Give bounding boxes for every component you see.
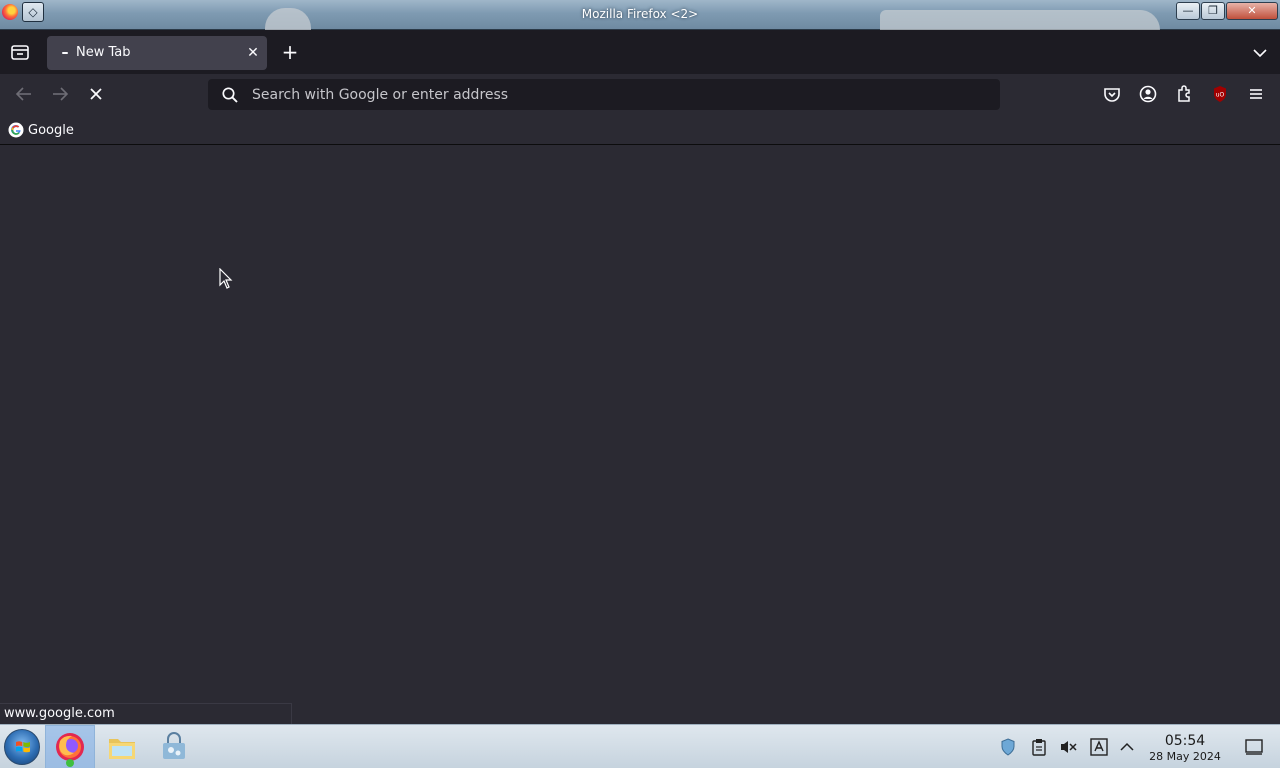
tray-security[interactable] [998,737,1018,757]
tray-expand[interactable] [1117,737,1137,757]
menu-icon [1250,89,1262,99]
stop-icon [90,88,102,100]
taskbar-file-manager[interactable] [106,731,138,763]
tray-input-method[interactable] [1089,737,1109,757]
minimize-button[interactable]: — [1176,2,1200,20]
extensions-icon [1178,85,1190,102]
status-url: www.google.com [4,706,115,721]
new-instance-icon [66,759,74,767]
list-all-tabs-button[interactable] [1250,43,1270,63]
account-button[interactable] [1136,82,1160,106]
close-tab-button[interactable]: ✕ [243,43,263,63]
taskbar-firefox[interactable] [45,725,95,768]
new-tab-button[interactable]: + [279,41,301,63]
svg-text:uO: uO [1216,92,1225,99]
tray-volume[interactable] [1058,737,1078,757]
tab-label: New Tab [76,45,131,60]
notifications-button[interactable] [1244,737,1264,757]
tab-strip: New Tab ✕ + [0,30,1280,74]
google-g-icon [8,122,24,138]
clipboard-icon [1032,739,1046,756]
app-menu-button[interactable] [1244,82,1268,106]
back-button[interactable] [12,82,36,106]
extensions-button[interactable] [1172,82,1196,106]
keyboard-layout-icon [1090,738,1108,756]
notifications-icon [1245,739,1263,755]
bookmarks-toolbar: Google [0,114,1280,145]
navigation-toolbar: uO [0,74,1280,114]
bookmark-label: Google [28,122,74,138]
search-icon [222,87,238,103]
forward-button[interactable] [48,82,72,106]
close-window-button[interactable]: ✕ [1226,2,1278,20]
file-manager-icon [109,739,135,759]
window-title: Mozilla Firefox <2> [581,7,699,21]
tab-new-tab[interactable]: New Tab ✕ [47,36,267,70]
ublock-origin-icon: uO [1214,86,1226,102]
start-menu-button[interactable] [4,729,40,765]
firefox-view-button[interactable] [8,40,32,64]
forward-icon [53,87,69,101]
tray-clipboard[interactable] [1029,737,1049,757]
loading-icon [62,52,68,54]
page-content[interactable] [0,145,1280,724]
clock-time[interactable]: 05:54 [1146,733,1224,749]
account-icon [1139,85,1157,103]
taskbar: 05:54 28 May 2024 [0,724,1280,768]
taskbar-software-center[interactable] [158,731,190,763]
chevron-up-icon [1120,742,1134,751]
window-titlebar[interactable]: ◇ Mozilla Firefox <2> — ❐ ✕ [0,0,1280,30]
ublock-origin-button[interactable]: uO [1208,82,1232,106]
start-menu-icon [16,741,30,753]
bookmark-google[interactable]: Google [8,119,74,141]
software-center-icon [163,732,185,759]
back-icon [15,87,31,101]
pocket-icon [1104,88,1120,102]
url-input[interactable] [252,79,982,110]
shield-icon [1001,738,1015,756]
mouse-cursor-icon [219,268,233,289]
volume-muted-icon [1061,741,1077,753]
status-panel: www.google.com [0,703,292,724]
address-bar[interactable] [208,79,1000,110]
clock-date[interactable]: 28 May 2024 [1146,750,1224,763]
chevron-down-icon [1253,49,1267,58]
firefox-view-icon [11,45,29,60]
maximize-button[interactable]: ❐ [1201,2,1225,20]
stop-button[interactable] [84,82,108,106]
desktop: ◇ Mozilla Firefox <2> — ❐ ✕ New Tab ✕ + [0,0,1280,768]
pocket-button[interactable] [1100,82,1124,106]
